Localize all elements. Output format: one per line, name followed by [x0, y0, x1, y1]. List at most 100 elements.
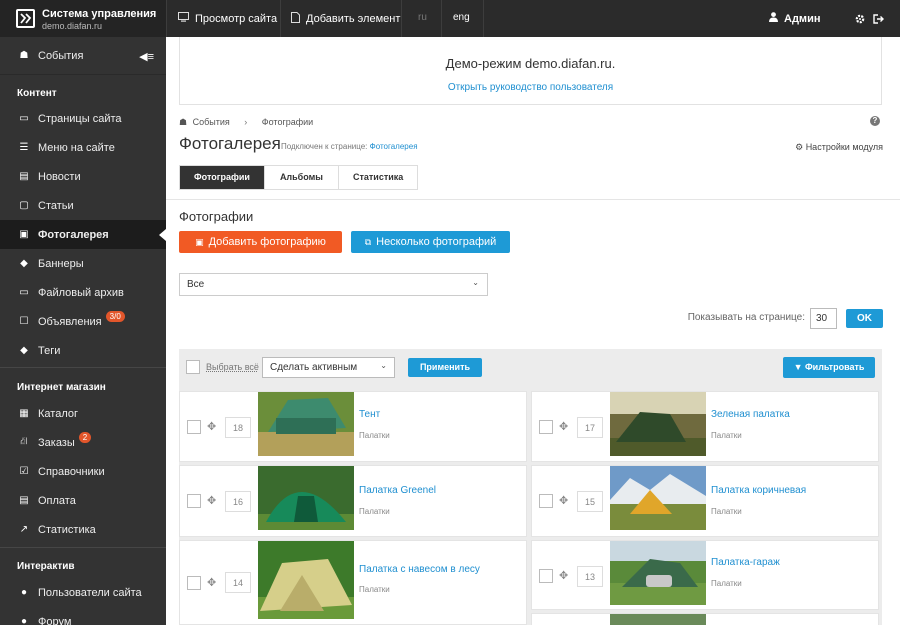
document-icon: ▭	[19, 113, 29, 124]
per-page-ok-button[interactable]: OK	[846, 309, 883, 328]
menu-icon: ☰	[19, 142, 29, 153]
sidebar: ☗ События ◀≡ Контент ▭ Страницы сайта ☰ …	[0, 37, 166, 625]
connected-page-link[interactable]: Фотогалерея	[370, 142, 418, 151]
sidebar-events[interactable]: ☗ События ◀≡	[0, 37, 166, 75]
collapse-sidebar-icon[interactable]: ◀≡	[139, 50, 154, 63]
photo-thumbnail[interactable]	[258, 466, 354, 530]
photo-name[interactable]: Палатка Greenel	[359, 485, 436, 496]
filter-button[interactable]: ▼ Фильтровать	[783, 357, 875, 378]
sidebar-item-files[interactable]: ▭ Файловый архив	[0, 278, 166, 307]
photo-thumbnail[interactable]	[610, 392, 706, 456]
photo-thumbnail[interactable]	[610, 541, 706, 605]
sidebar-item-pages[interactable]: ▭ Страницы сайта	[0, 104, 166, 133]
row-checkbox[interactable]	[539, 494, 553, 508]
news-icon: ▤	[19, 171, 29, 182]
sidebar-item-catalog[interactable]: ▦ Каталог	[0, 399, 166, 428]
sort-number[interactable]: 17	[577, 417, 603, 438]
list-item[interactable]: ✥ 16 Палатка Greenel Палатки	[179, 465, 527, 537]
divider	[0, 547, 166, 548]
per-page-input[interactable]: 30	[810, 308, 837, 329]
move-icon[interactable]: ✥	[207, 494, 216, 507]
album-select-value: Все	[187, 279, 205, 290]
select-all-label[interactable]: Выбрать всё	[206, 362, 259, 372]
module-settings-link[interactable]: ⚙ Настройки модуля	[795, 142, 883, 153]
sidebar-item-banners[interactable]: ◆ Баннеры	[0, 249, 166, 278]
logout-icon[interactable]	[873, 0, 884, 37]
help-icon[interactable]: ?	[870, 116, 880, 126]
photo-thumbnail[interactable]	[258, 541, 354, 619]
photo-name[interactable]: Палатка с навесом в лесу	[359, 564, 480, 575]
tag-icon: ◆	[20, 258, 28, 269]
photo-thumbnail[interactable]	[610, 614, 706, 625]
breadcrumb-events[interactable]: События	[193, 117, 230, 127]
select-all-checkbox[interactable]	[186, 360, 200, 374]
sidebar-item-news[interactable]: ▤ Новости	[0, 162, 166, 191]
row-checkbox[interactable]	[187, 420, 201, 434]
module-settings-label: Настройки модуля	[805, 142, 883, 152]
file-icon	[291, 11, 300, 26]
photo-name[interactable]: Палатка коричневая	[711, 485, 806, 496]
add-element-link[interactable]: Добавить элемент	[291, 0, 400, 37]
sidebar-item-directories[interactable]: ☑ Справочники	[0, 457, 166, 486]
list-item[interactable]	[531, 613, 879, 625]
tab-photos[interactable]: Фотографии	[180, 166, 265, 189]
brand[interactable]: Система управления demo.diafan.ru	[0, 0, 166, 37]
sidebar-item-tags[interactable]: ◆ Теги	[0, 336, 166, 365]
sort-number[interactable]: 14	[225, 572, 251, 593]
diafan-logo-icon	[16, 9, 35, 28]
divider	[166, 199, 900, 200]
sidebar-item-users[interactable]: ● Пользователи сайта	[0, 578, 166, 607]
album-select[interactable]: Все ⌄	[179, 273, 488, 296]
lang-en[interactable]: eng	[453, 12, 470, 23]
forum-icon: ●	[20, 616, 28, 625]
user-menu[interactable]: Админ	[769, 0, 820, 37]
tab-albums[interactable]: Альбомы	[264, 166, 339, 189]
tab-statistics[interactable]: Статистика	[338, 166, 418, 189]
add-photo-button[interactable]: ▣ Добавить фотографию	[179, 231, 342, 253]
view-site-link[interactable]: Просмотр сайта	[178, 0, 277, 37]
row-checkbox[interactable]	[539, 569, 553, 583]
bulk-action-select[interactable]: Сделать активным ⌄	[262, 357, 395, 378]
sidebar-item-menu[interactable]: ☰ Меню на сайте	[0, 133, 166, 162]
multi-photo-button[interactable]: ⧉ Несколько фотографий	[351, 231, 510, 253]
user-guide-link[interactable]: Открыть руководство пользователя	[448, 82, 613, 93]
sidebar-item-orders[interactable]: ⛜ Заказы 2	[0, 428, 166, 457]
sidebar-item-gallery[interactable]: ▣ Фотогалерея	[0, 220, 166, 249]
move-icon[interactable]: ✥	[559, 569, 568, 582]
tabs: Фотографии Альбомы Статистика	[179, 165, 419, 190]
sort-number[interactable]: 13	[577, 566, 603, 587]
breadcrumb-photos[interactable]: Фотографии	[262, 117, 313, 127]
sidebar-item-articles[interactable]: ▢ Статьи	[0, 191, 166, 220]
list-item[interactable]: ✥ 17 Зеленая палатка Палатки	[531, 391, 879, 462]
list-item[interactable]: ✥ 15 Палатка коричневая Палатки	[531, 465, 879, 537]
sidebar-item-forum[interactable]: ● Форум	[0, 607, 166, 625]
row-checkbox[interactable]	[187, 576, 201, 590]
lang-ru[interactable]: ru	[418, 12, 427, 23]
photo-thumbnail[interactable]	[258, 392, 354, 456]
move-icon[interactable]: ✥	[207, 576, 216, 589]
list-item[interactable]: ✥ 14 Палатка с навесом в лесу Палатки	[179, 540, 527, 625]
move-icon[interactable]: ✥	[207, 420, 216, 433]
sort-number[interactable]: 16	[225, 491, 251, 512]
move-icon[interactable]: ✥	[559, 420, 568, 433]
row-checkbox[interactable]	[539, 420, 553, 434]
breadcrumb: ☗ События › Фотографии	[179, 117, 313, 128]
sidebar-item-payment[interactable]: ▤ Оплата	[0, 486, 166, 515]
sidebar-item-statistics[interactable]: ↗ Статистика	[0, 515, 166, 544]
photo-name[interactable]: Тент	[359, 409, 380, 420]
settings-gear-icon[interactable]	[855, 0, 865, 37]
apply-button[interactable]: Применить	[408, 358, 482, 377]
sidebar-item-ads[interactable]: ☐ Объявления 3/0	[0, 307, 166, 336]
list-item[interactable]: ✥ 18 Тент Палатки	[179, 391, 527, 462]
orders-badge: 2	[78, 432, 92, 443]
photo-name[interactable]: Палатка-гараж	[711, 557, 780, 568]
sort-number[interactable]: 18	[225, 417, 251, 438]
photo-name[interactable]: Зеленая палатка	[711, 409, 790, 420]
brand-subtitle: demo.diafan.ru	[42, 21, 103, 31]
move-icon[interactable]: ✥	[559, 494, 568, 507]
list-item[interactable]: ✥ 13 Палатка-гараж Палатки	[531, 540, 879, 610]
row-checkbox[interactable]	[187, 494, 201, 508]
page-title: Фотогалерея	[179, 134, 281, 153]
photo-thumbnail[interactable]	[610, 466, 706, 530]
sort-number[interactable]: 15	[577, 491, 603, 512]
